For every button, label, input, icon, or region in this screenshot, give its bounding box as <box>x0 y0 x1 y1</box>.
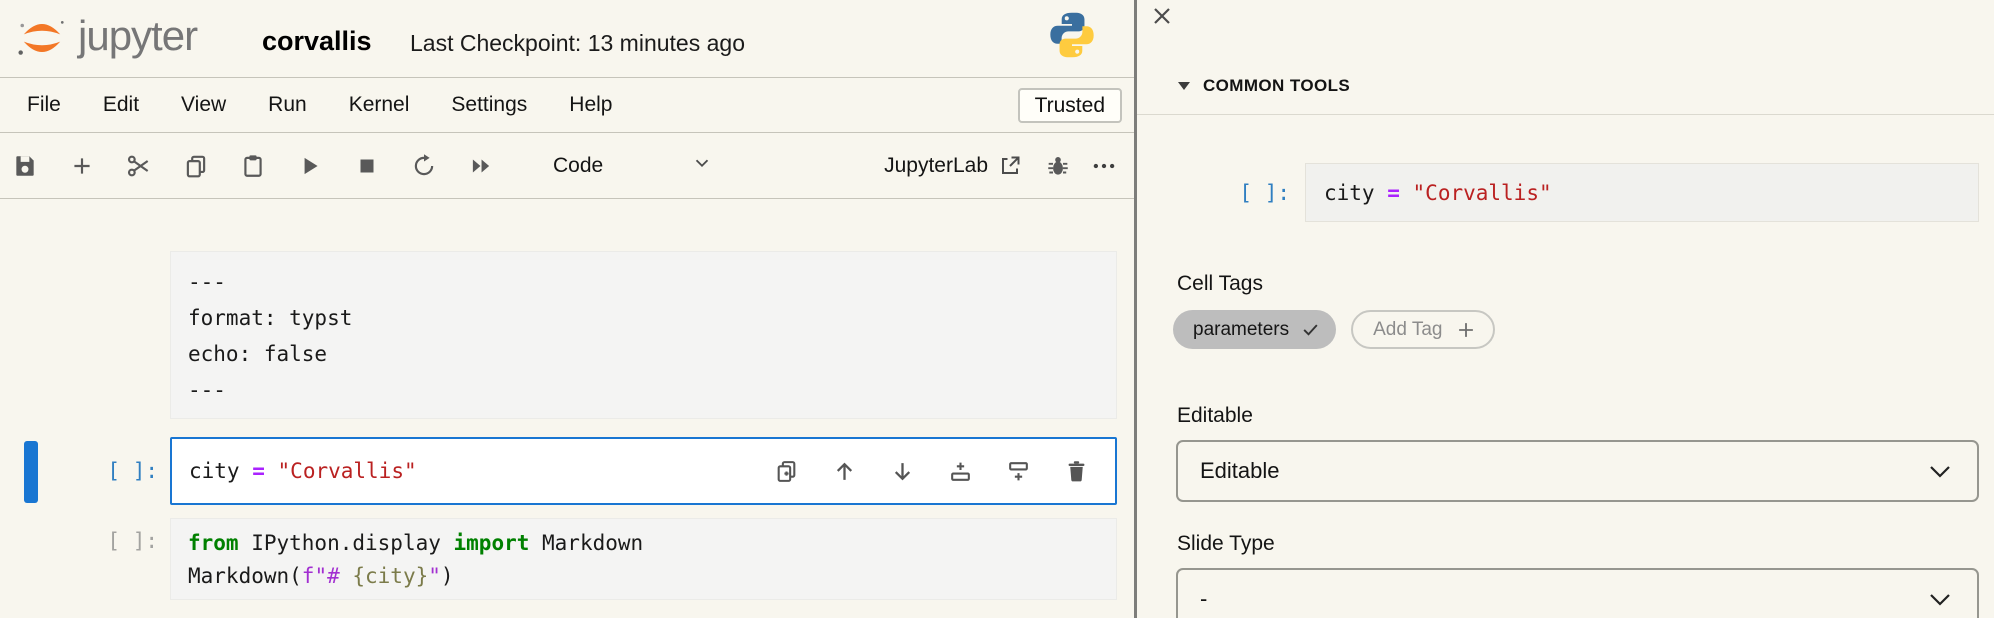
paste-cell-button[interactable] <box>240 153 266 179</box>
duplicate-cell-button[interactable] <box>774 459 799 484</box>
raw-cell-line: echo: false <box>188 336 1116 372</box>
run-all-icon <box>468 153 494 179</box>
insert-above-icon <box>948 459 973 484</box>
stop-icon <box>354 153 380 179</box>
move-cell-down-button[interactable] <box>890 459 915 484</box>
move-up-icon <box>832 459 857 484</box>
close-icon <box>1150 4 1174 28</box>
menu-run[interactable]: Run <box>247 93 328 117</box>
property-inspector-panel: COMMON TOOLS [ ]: city = "Corvallis" Cel… <box>1137 0 1994 618</box>
jupyter-notebook-window: jupyter corvallis Last Checkpoint: 13 mi… <box>0 0 1994 618</box>
debugger-button[interactable] <box>1044 152 1072 180</box>
open-in-jupyterlab-link[interactable]: JupyterLab <box>884 154 1022 178</box>
delete-cell-icon <box>1064 459 1089 484</box>
run-icon <box>297 153 323 179</box>
run-button[interactable] <box>297 153 323 179</box>
code-line: city = "Corvallis" <box>189 459 417 483</box>
stop-button[interactable] <box>354 153 380 179</box>
menu-bar: File Edit View Run Kernel Settings Help … <box>0 78 1134 133</box>
notebook-panel: jupyter corvallis Last Checkpoint: 13 mi… <box>0 0 1134 618</box>
checkpoint-status: Last Checkpoint: 13 minutes ago <box>410 30 745 57</box>
save-icon <box>12 153 38 179</box>
cut-cell-button[interactable] <box>126 153 152 179</box>
check-icon <box>1301 320 1320 339</box>
move-cell-up-button[interactable] <box>832 459 857 484</box>
raw-cell-line: format: typst <box>188 300 1116 336</box>
insert-cell-above-button[interactable] <box>948 459 973 484</box>
jupyter-logo-text: jupyter <box>78 12 197 60</box>
cell-type-select[interactable]: Code <box>553 154 603 178</box>
menu-settings[interactable]: Settings <box>430 93 548 117</box>
section-title: COMMON TOOLS <box>1203 76 1350 96</box>
caret-down-icon <box>1177 80 1191 92</box>
cell-tags-label: Cell Tags <box>1177 272 1263 296</box>
jupyter-logo[interactable] <box>16 10 68 71</box>
menu-help[interactable]: Help <box>548 93 633 117</box>
add-tag-button[interactable]: Add Tag <box>1351 310 1494 349</box>
jupyter-logo-icon <box>16 10 68 66</box>
notebook-toolbar: Code JupyterLab <box>0 133 1134 199</box>
chevron-down-icon <box>1929 465 1951 478</box>
raw-cell-line: --- <box>188 372 1116 408</box>
selected-code-cell[interactable]: city = "Corvallis" <box>170 437 1117 505</box>
preview-cell-prompt: [ ]: <box>1197 181 1290 205</box>
delete-cell-button[interactable] <box>1064 459 1089 484</box>
notebook-title[interactable]: corvallis <box>262 26 372 57</box>
menu-view[interactable]: View <box>160 93 247 117</box>
ellipsis-icon <box>1091 153 1117 179</box>
cell-toolbar <box>774 459 1089 484</box>
restart-kernel-button[interactable] <box>411 153 437 179</box>
menu-edit[interactable]: Edit <box>82 93 160 117</box>
slide-type-label: Slide Type <box>1177 532 1275 556</box>
selected-cell-indicator-bar <box>24 441 38 503</box>
move-down-icon <box>890 459 915 484</box>
tag-parameters[interactable]: parameters <box>1173 310 1336 349</box>
editable-label: Editable <box>1177 404 1253 428</box>
copy-cell-icon <box>183 153 209 179</box>
add-cell-icon <box>69 153 95 179</box>
code-cell[interactable]: from IPython.display import Markdown Mar… <box>170 518 1117 600</box>
insert-below-icon <box>1006 459 1031 484</box>
jupyterlab-label: JupyterLab <box>884 154 988 178</box>
more-commands-button[interactable] <box>1090 152 1118 180</box>
python-kernel-icon <box>1046 9 1098 66</box>
code-line: Markdown(f"# {city}") <box>188 560 1116 593</box>
add-cell-button[interactable] <box>69 153 95 179</box>
active-cell-preview[interactable]: city = "Corvallis" <box>1305 163 1979 222</box>
trusted-button[interactable]: Trusted <box>1018 88 1122 123</box>
restart-kernel-icon <box>411 153 437 179</box>
cell-input-prompt: [ ]: <box>52 459 158 483</box>
preview-code-line: city = "Corvallis" <box>1324 181 1552 205</box>
paste-cell-icon <box>240 153 266 179</box>
cut-cell-icon <box>126 153 152 179</box>
cell-input-prompt: [ ]: <box>52 529 158 553</box>
external-link-icon <box>998 154 1022 178</box>
slide-type-value: - <box>1200 586 1207 612</box>
tag-label: parameters <box>1193 319 1289 341</box>
insert-cell-below-button[interactable] <box>1006 459 1031 484</box>
menu-kernel[interactable]: Kernel <box>328 93 431 117</box>
notebook-header: jupyter corvallis Last Checkpoint: 13 mi… <box>0 0 1134 78</box>
run-all-button[interactable] <box>468 153 494 179</box>
plus-icon <box>1455 319 1477 341</box>
add-tag-label: Add Tag <box>1373 319 1442 341</box>
debugger-bug-icon <box>1045 153 1071 179</box>
menu-file[interactable]: File <box>6 93 82 117</box>
raw-cell-line: --- <box>188 264 1116 300</box>
cell-tags-row: parameters Add Tag <box>1173 310 1495 349</box>
close-panel-button[interactable] <box>1150 4 1174 28</box>
editable-value: Editable <box>1200 458 1280 484</box>
chevron-down-icon <box>1929 593 1951 606</box>
editable-select[interactable]: Editable <box>1176 440 1979 502</box>
copy-cell-button[interactable] <box>183 153 209 179</box>
section-divider <box>1137 114 1994 115</box>
code-line: from IPython.display import Markdown <box>188 527 1116 560</box>
slide-type-select[interactable]: - <box>1176 568 1979 618</box>
common-tools-section-header[interactable]: COMMON TOOLS <box>1177 76 1350 96</box>
raw-cell[interactable]: --- format: typst echo: false --- <box>170 251 1117 419</box>
duplicate-cell-icon <box>774 459 799 484</box>
chevron-down-icon[interactable] <box>691 152 713 179</box>
save-button[interactable] <box>12 153 38 179</box>
